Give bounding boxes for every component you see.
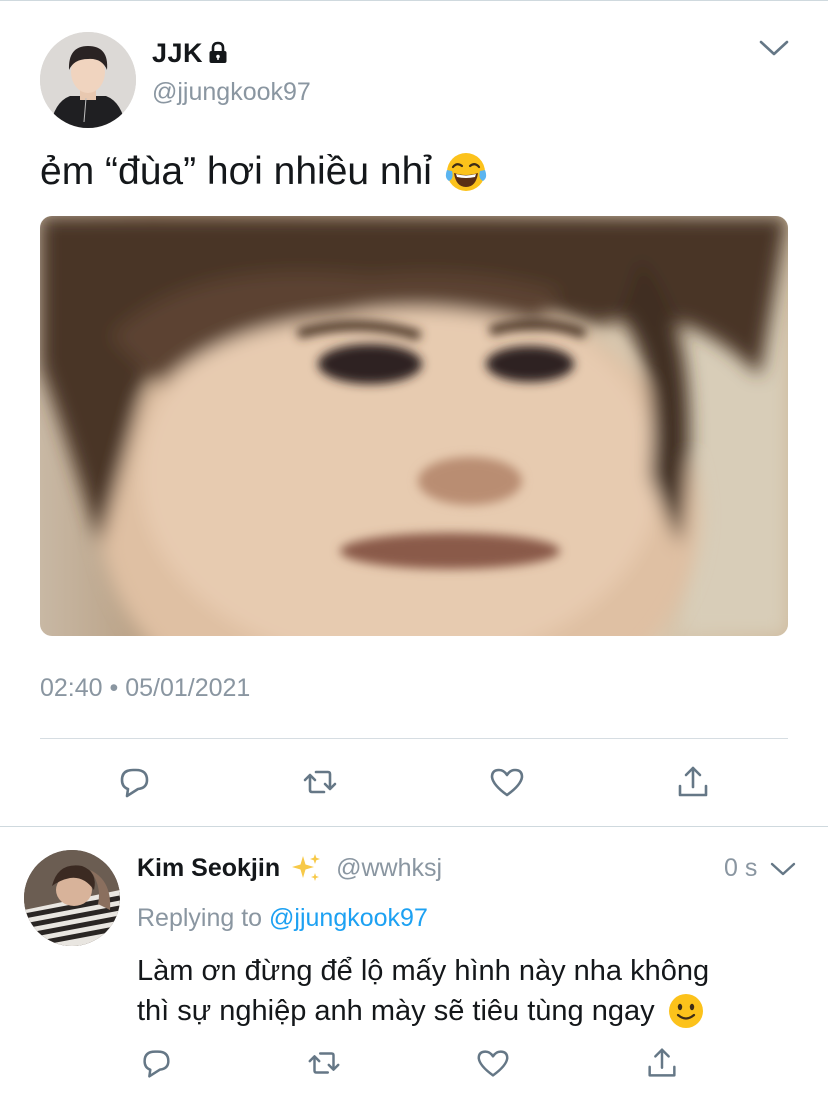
tweet-text: ẻm “đùa” hơi nhiều nhỉ (40, 150, 488, 194)
lock-icon (207, 41, 229, 65)
top-divider (0, 0, 828, 1)
avatar[interactable] (40, 32, 136, 128)
retweet-icon[interactable] (300, 762, 340, 802)
tweet-timestamp[interactable]: 02:40 • 05/01/2021 (40, 674, 250, 703)
chevron-down-icon[interactable] (758, 36, 790, 60)
replying-prefix: Replying to (137, 904, 263, 932)
divider (0, 826, 828, 827)
reply-text-line: Làm ơn đừng để lộ mấy hình này nha không (137, 955, 710, 987)
slightly-smiling-face-emoji (667, 992, 705, 1030)
tweet-text-content: ẻm “đùa” hơi nhiều nhỉ (40, 150, 432, 193)
reply-icon[interactable] (137, 1044, 175, 1082)
share-icon[interactable] (673, 762, 713, 802)
handle[interactable]: @jjungkook97 (152, 78, 311, 107)
display-name[interactable]: Kim Seokjin (137, 854, 280, 883)
avatar[interactable] (24, 850, 120, 946)
face-with-tears-of-joy-emoji (444, 150, 488, 194)
display-name[interactable]: JJK (152, 38, 203, 69)
reply-time[interactable]: 0 s (724, 854, 757, 883)
retweet-icon[interactable] (305, 1044, 343, 1082)
tweet-media-image[interactable] (40, 216, 788, 636)
reply-text-line: thì sự nghiệp anh mày sẽ tiêu tùng ngay (137, 992, 797, 1030)
sparkles-icon (290, 852, 322, 884)
like-icon[interactable] (487, 762, 527, 802)
reply-icon[interactable] (114, 762, 154, 802)
handle[interactable]: @wwhksj (336, 854, 442, 883)
like-icon[interactable] (474, 1044, 512, 1082)
replying-mention-link[interactable]: @jjungkook97 (269, 904, 428, 932)
chevron-down-icon[interactable] (770, 859, 796, 879)
replying-to: Replying to @jjungkook97 (137, 904, 428, 933)
share-icon[interactable] (643, 1044, 681, 1082)
reply-text-content: thì sự nghiệp anh mày sẽ tiêu tùng ngay (137, 994, 655, 1027)
divider (40, 738, 788, 739)
